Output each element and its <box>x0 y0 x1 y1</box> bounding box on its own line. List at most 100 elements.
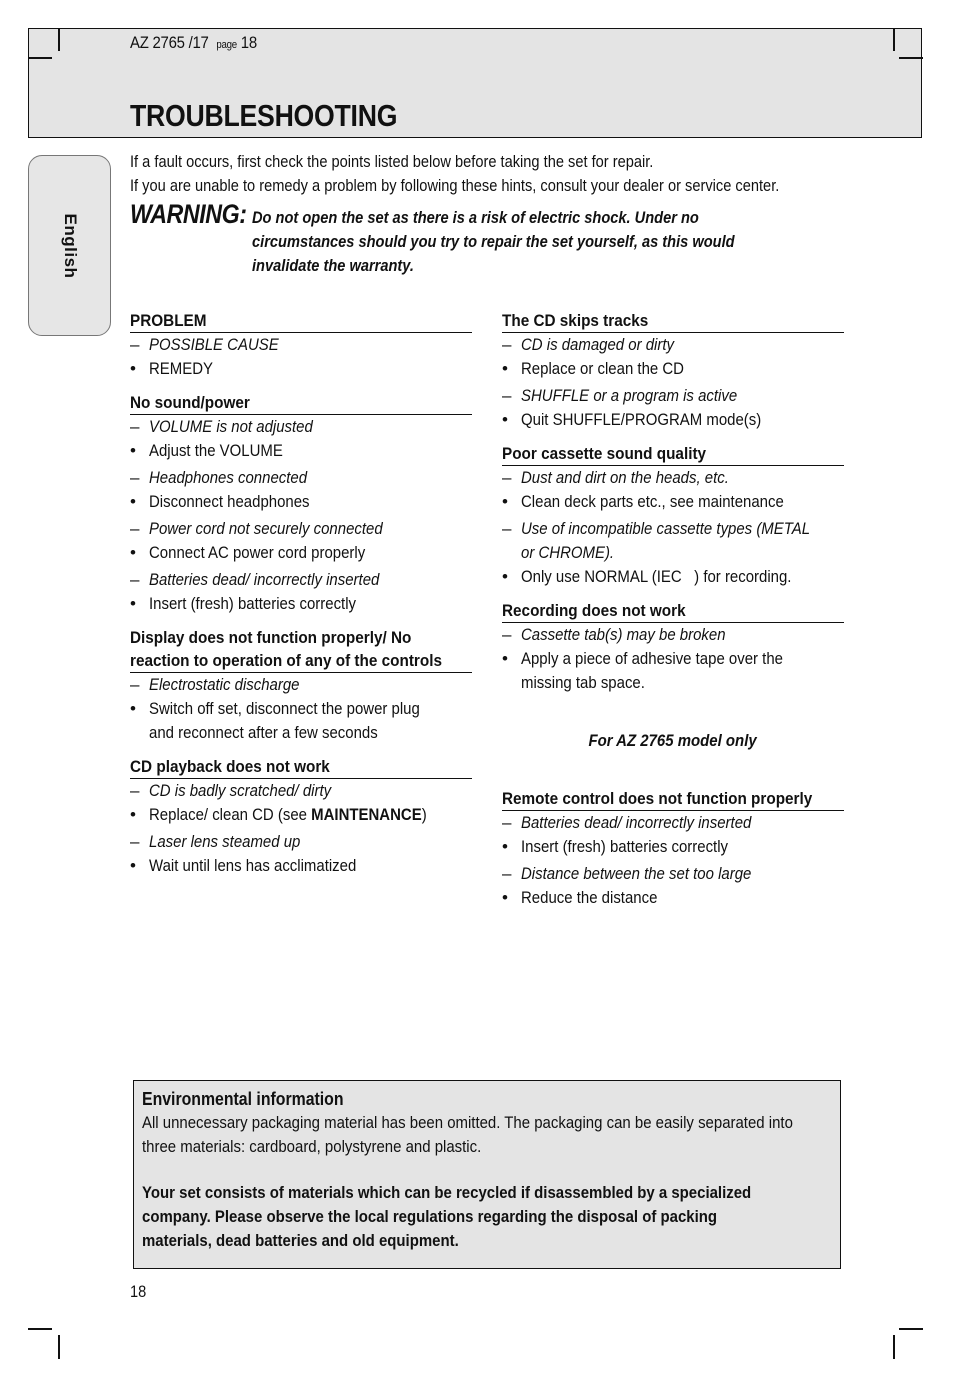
section-title: Recording does not work <box>502 599 844 623</box>
crop-mark <box>28 1328 52 1330</box>
cause-item: – Laser lens steamed up <box>130 830 472 854</box>
troubleshooting-left-column: PROBLEM – POSSIBLE CAUSE • REMEDY No sound… <box>130 309 472 888</box>
section-recording: Recording does not work – Cassette tab(s)… <box>502 599 844 695</box>
remedy-item: • Wait until lens has acclimatized <box>130 854 472 878</box>
remedy-item: • Clean deck parts etc., see maintenance <box>502 490 844 514</box>
dash-marker: – <box>130 468 140 487</box>
section-title: Display does not function properly/ No r… <box>130 626 472 673</box>
dash-marker: – <box>502 468 512 487</box>
page-title: TROUBLESHOOTING <box>130 98 398 133</box>
cause-item: – Batteries dead/ incorrectly inserted <box>502 811 844 835</box>
language-tab-label: English <box>60 213 80 278</box>
dash-marker: – <box>502 335 512 354</box>
bullet-marker: • <box>502 492 508 511</box>
dash-marker: – <box>502 864 512 883</box>
bullet-marker: • <box>130 441 136 460</box>
warning-text: Do not open the set as there is a risk o… <box>252 206 813 278</box>
section-title: No sound/power <box>130 391 472 415</box>
model-note: For AZ 2765 model only <box>588 731 758 750</box>
dash-marker: – <box>130 570 140 589</box>
crop-mark <box>58 28 60 51</box>
remedy-item: • Insert (fresh) batteries correctly <box>502 835 844 859</box>
remedy-item: • Adjust the VOLUME <box>130 439 472 463</box>
section-title: PROBLEM <box>130 309 472 333</box>
maintenance-reference: MAINTENANCE <box>311 805 422 824</box>
bullet-marker: • <box>502 359 508 378</box>
bullet-marker: • <box>130 856 136 875</box>
intro-line: If you are unable to remedy a problem by… <box>130 176 780 195</box>
bullet-marker: • <box>502 888 508 907</box>
remedy-item: • REMEDY <box>130 357 472 381</box>
legend-section: PROBLEM – POSSIBLE CAUSE • REMEDY <box>130 309 472 381</box>
bullet-marker: • <box>502 837 508 856</box>
section-cassette-quality: Poor cassette sound quality – Dust and di… <box>502 442 844 589</box>
dash-marker: – <box>502 386 512 405</box>
page-number: 18 <box>130 1282 147 1301</box>
cause-item: – CD is badly scratched/ dirty <box>130 779 472 803</box>
section-display: Display does not function properly/ No r… <box>130 626 472 745</box>
section-cd-playback: CD playback does not work – CD is badly s… <box>130 755 472 878</box>
dash-marker: – <box>502 813 512 832</box>
cause-item: – Cassette tab(s) may be broken <box>502 623 844 647</box>
warning-line: invalidate the warranty. <box>252 256 414 275</box>
dash-marker: – <box>130 519 140 538</box>
cause-item: – Headphones connected <box>130 466 472 490</box>
bullet-marker: • <box>130 543 136 562</box>
intro-line: If a fault occurs, first check the point… <box>130 152 654 171</box>
remedy-item: • Insert (fresh) batteries correctly <box>130 592 472 616</box>
cause-item: – Power cord not securely connected <box>130 517 472 541</box>
cause-item: – Batteries dead/ incorrectly inserted <box>130 568 472 592</box>
section-remote-control: Remote control does not function properl… <box>502 787 844 910</box>
cause-item: – POSSIBLE CAUSE <box>130 333 472 357</box>
warning-line: circumstances should you try to repair t… <box>252 232 735 251</box>
warning-label: WARNING: <box>130 199 247 229</box>
crop-mark <box>28 57 52 59</box>
intro-text: If a fault occurs, first check the point… <box>130 150 885 198</box>
section-no-sound: No sound/power – VOLUME is not adjusted •… <box>130 391 472 616</box>
language-tab: English <box>28 155 111 336</box>
crop-mark <box>899 57 923 59</box>
section-cd-skips: The CD skips tracks – CD is damaged or di… <box>502 309 844 432</box>
bullet-marker: • <box>502 649 508 668</box>
cause-item: – Distance between the set too large <box>502 862 844 886</box>
cause-item: – Electrostatic discharge <box>130 673 472 697</box>
cause-item: – Use of incompatible cassette types (MET… <box>502 519 811 562</box>
remedy-item: • Replace/ clean CD (see MAINTENANCE) <box>130 803 472 827</box>
cause-item: – VOLUME is not adjusted <box>130 415 472 439</box>
dash-marker: – <box>502 625 512 644</box>
remedy-item: • Only use NORMAL (IEC ) for recording. <box>502 565 844 589</box>
page-word: page <box>216 39 237 51</box>
remedy-item: • Disconnect headphones <box>130 490 472 514</box>
document-reference: AZ 2765 /17 page 18 <box>130 33 257 53</box>
dash-marker: – <box>130 781 140 800</box>
section-title: CD playback does not work <box>130 755 472 779</box>
environmental-info-box: Environmental information All unnecessar… <box>133 1080 841 1269</box>
remedy-item: • Quit SHUFFLE/PROGRAM mode(s) <box>502 408 844 432</box>
bullet-marker: • <box>502 410 508 429</box>
remedy-item: • Reduce the distance <box>502 886 844 910</box>
bullet-marker: • <box>130 492 136 511</box>
remedy-item: • Connect AC power cord properly <box>130 541 472 565</box>
warning-line: Do not open the set as there is a risk o… <box>252 208 699 227</box>
crop-mark <box>58 1335 60 1359</box>
crop-mark <box>893 28 895 51</box>
bullet-marker: • <box>130 805 136 824</box>
page-ref: 18 <box>240 33 257 52</box>
cause-item: – CD is damaged or dirty <box>502 333 844 357</box>
dash-marker: – <box>502 519 512 538</box>
section-title: Poor cassette sound quality <box>502 442 844 466</box>
crop-mark <box>893 1335 895 1359</box>
troubleshooting-right-column: The CD skips tracks – CD is damaged or di… <box>502 309 844 920</box>
dash-marker: – <box>130 832 140 851</box>
dash-marker: – <box>130 335 140 354</box>
environmental-info-body: All unnecessary packaging material has b… <box>142 1113 793 1156</box>
bullet-marker: • <box>130 699 136 718</box>
remedy-item: • Replace or clean the CD <box>502 357 844 381</box>
bullet-marker: • <box>130 594 136 613</box>
bullet-marker: • <box>502 567 508 586</box>
section-title: The CD skips tracks <box>502 309 844 333</box>
cause-item: – SHUFFLE or a program is active <box>502 384 844 408</box>
remedy-item: • Apply a piece of adhesive tape over the… <box>502 649 783 692</box>
doc-model: AZ 2765 /17 <box>130 33 209 52</box>
environmental-info-recycling: Your set consists of materials which can… <box>142 1183 752 1250</box>
